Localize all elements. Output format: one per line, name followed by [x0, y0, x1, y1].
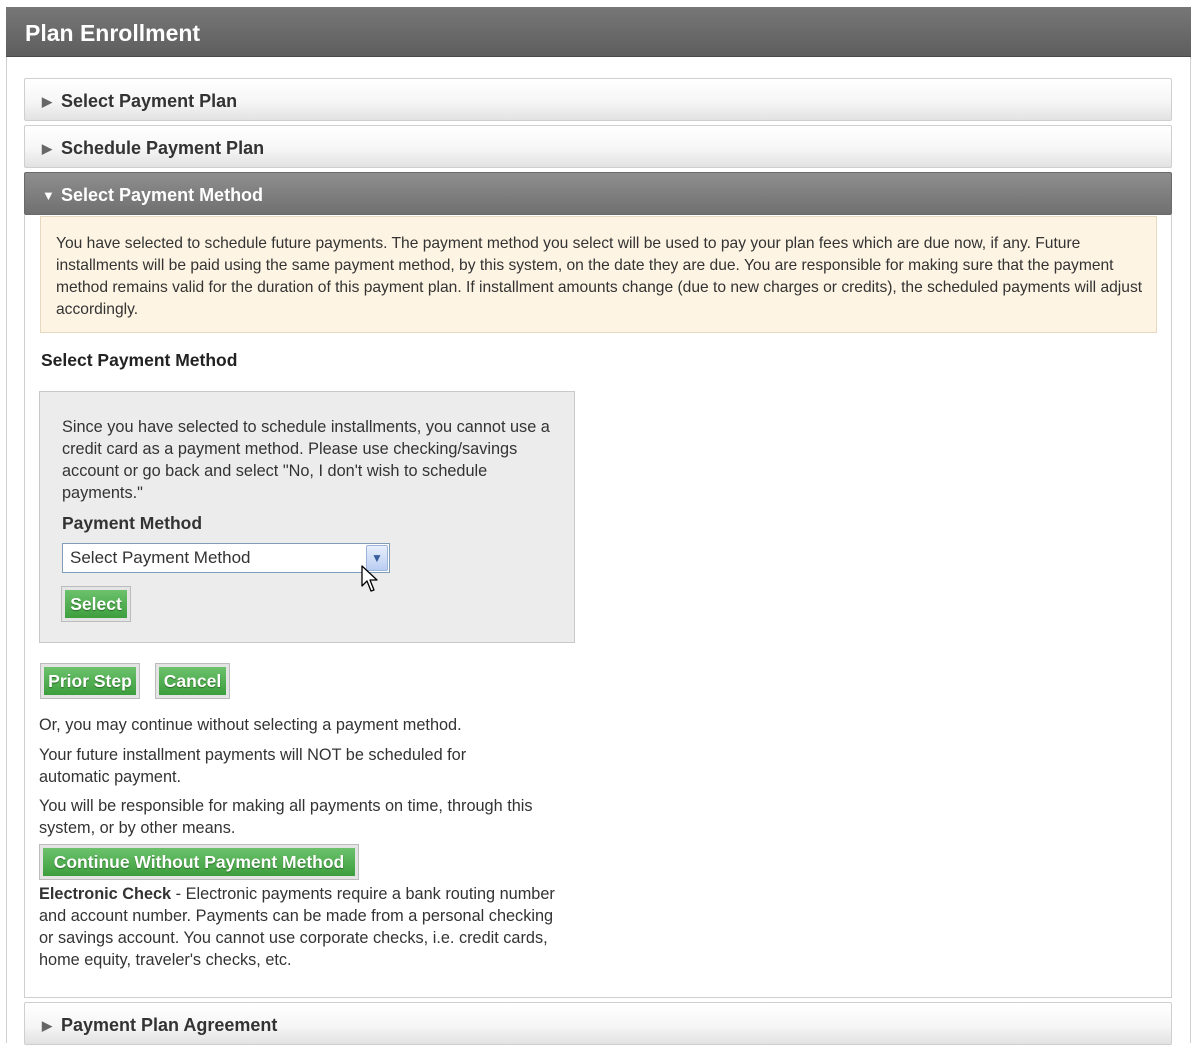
- accordion-label: Payment Plan Agreement: [61, 1015, 278, 1035]
- payment-method-select-value: Select Payment Method: [70, 548, 251, 567]
- payment-method-select[interactable]: Select Payment Method ▼: [62, 543, 390, 573]
- continue-without-payment-button[interactable]: Continue Without Payment Method: [39, 844, 359, 880]
- select-button[interactable]: Select: [61, 586, 131, 622]
- continue-info-line-3: You will be responsible for making all p…: [39, 797, 533, 837]
- accordion-schedule-payment-plan[interactable]: ▶ Schedule Payment Plan: [24, 125, 1172, 168]
- page-title: Plan Enrollment: [6, 7, 1191, 57]
- triangle-right-icon: ▶: [42, 94, 52, 109]
- accordion-label: Select Payment Plan: [61, 91, 238, 111]
- accordion-payment-plan-agreement[interactable]: ▶ Payment Plan Agreement: [24, 1002, 1172, 1045]
- electronic-check-info: Electronic Check - Electronic payments r…: [39, 883, 564, 971]
- triangle-down-icon: ▼: [42, 188, 55, 203]
- accordion-select-payment-plan[interactable]: ▶ Select Payment Plan: [24, 78, 1172, 121]
- accordion-select-payment-method[interactable]: ▼ Select Payment Method: [24, 172, 1172, 215]
- triangle-right-icon: ▶: [42, 1018, 52, 1033]
- triangle-right-icon: ▶: [42, 141, 52, 156]
- accordion-label: Schedule Payment Plan: [61, 138, 265, 158]
- accordion-label: Select Payment Method: [61, 185, 264, 205]
- cancel-button[interactable]: Cancel: [155, 663, 230, 699]
- prior-step-button[interactable]: Prior Step: [40, 663, 140, 699]
- schedule-notice: You have selected to schedule future pay…: [40, 216, 1157, 333]
- credit-card-warning: Since you have selected to schedule inst…: [62, 418, 550, 502]
- section-title: Select Payment Method: [41, 350, 238, 370]
- payment-method-label: Payment Method: [62, 513, 203, 533]
- mouse-pointer-icon: [361, 565, 379, 598]
- continue-info-line-1: Or, you may continue without selecting a…: [39, 716, 462, 734]
- payment-method-box: Since you have selected to schedule inst…: [39, 391, 575, 643]
- continue-info-line-2: Your future installment payments will NO…: [39, 746, 467, 786]
- electronic-check-title: Electronic Check: [39, 885, 172, 903]
